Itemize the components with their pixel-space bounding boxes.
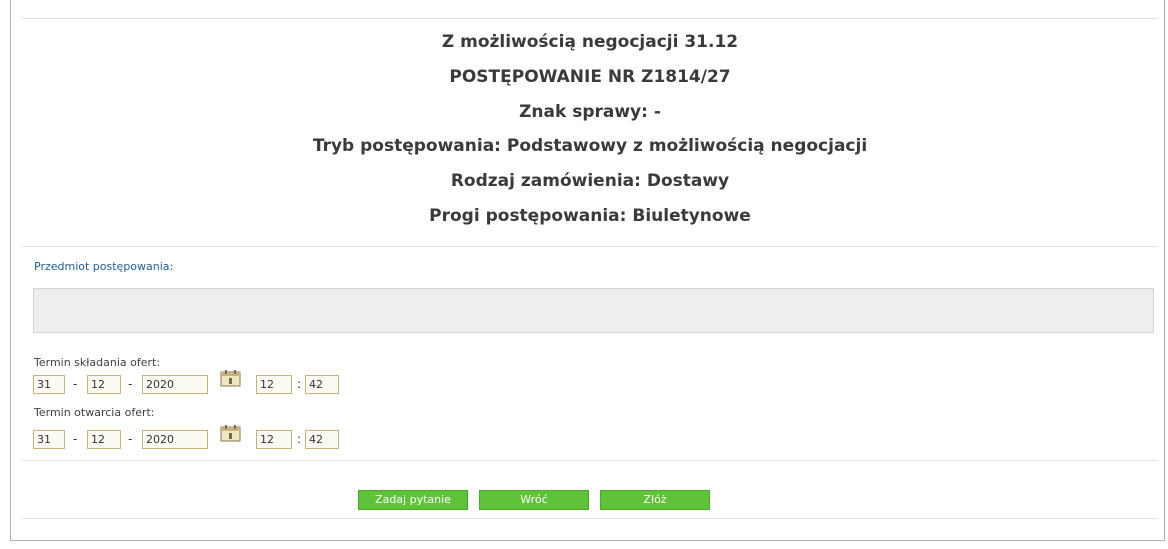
opening-year-input[interactable]: 2020: [142, 430, 208, 449]
divider-bottom: [22, 518, 1158, 519]
divider-top: [22, 18, 1158, 19]
opening-deadline-label: Termin otwarcia ofert:: [34, 406, 155, 419]
ask-question-button[interactable]: Zadaj pytanie: [358, 490, 468, 510]
opening-day-input[interactable]: 31: [33, 430, 65, 449]
divider-header: [22, 246, 1158, 247]
opening-minute-input[interactable]: 42: [305, 430, 339, 449]
time-separator: :: [297, 377, 302, 391]
divider-form: [22, 460, 1158, 461]
time-separator: :: [297, 432, 302, 446]
submission-month-input[interactable]: 12: [87, 375, 121, 394]
procedure-mode: Tryb postępowania: Podstawowy z możliwoś…: [312, 136, 868, 156]
procedure-number: POSTĘPOWANIE NR Z1814/27: [449, 67, 731, 87]
submission-minute-input[interactable]: 42: [305, 375, 339, 394]
submission-day-input[interactable]: 31: [33, 375, 65, 394]
submit-offer-button[interactable]: Złóż: [600, 490, 710, 510]
procedure-thresholds: Progi postępowania: Biuletynowe: [429, 206, 751, 226]
order-type: Rodzaj zamówienia: Dostawy: [450, 171, 730, 191]
submission-hour-input[interactable]: 12: [256, 375, 292, 394]
calendar-icon[interactable]: [220, 424, 241, 442]
case-reference: Znak sprawy: -: [519, 102, 661, 122]
subject-field[interactable]: [33, 288, 1154, 333]
back-button[interactable]: Wróć: [479, 490, 589, 510]
submission-year-input[interactable]: 2020: [142, 375, 208, 394]
procedure-title: Z możliwością negocjacji 31.12: [441, 32, 739, 52]
date-separator: -: [128, 432, 133, 446]
subject-label: Przedmiot postępowania:: [34, 260, 174, 273]
opening-hour-input[interactable]: 12: [256, 430, 292, 449]
date-separator: -: [73, 377, 78, 391]
date-separator: -: [128, 377, 133, 391]
date-separator: -: [73, 432, 78, 446]
calendar-icon[interactable]: [220, 369, 241, 387]
submission-deadline-label: Termin składania ofert:: [34, 356, 161, 369]
opening-month-input[interactable]: 12: [87, 430, 121, 449]
